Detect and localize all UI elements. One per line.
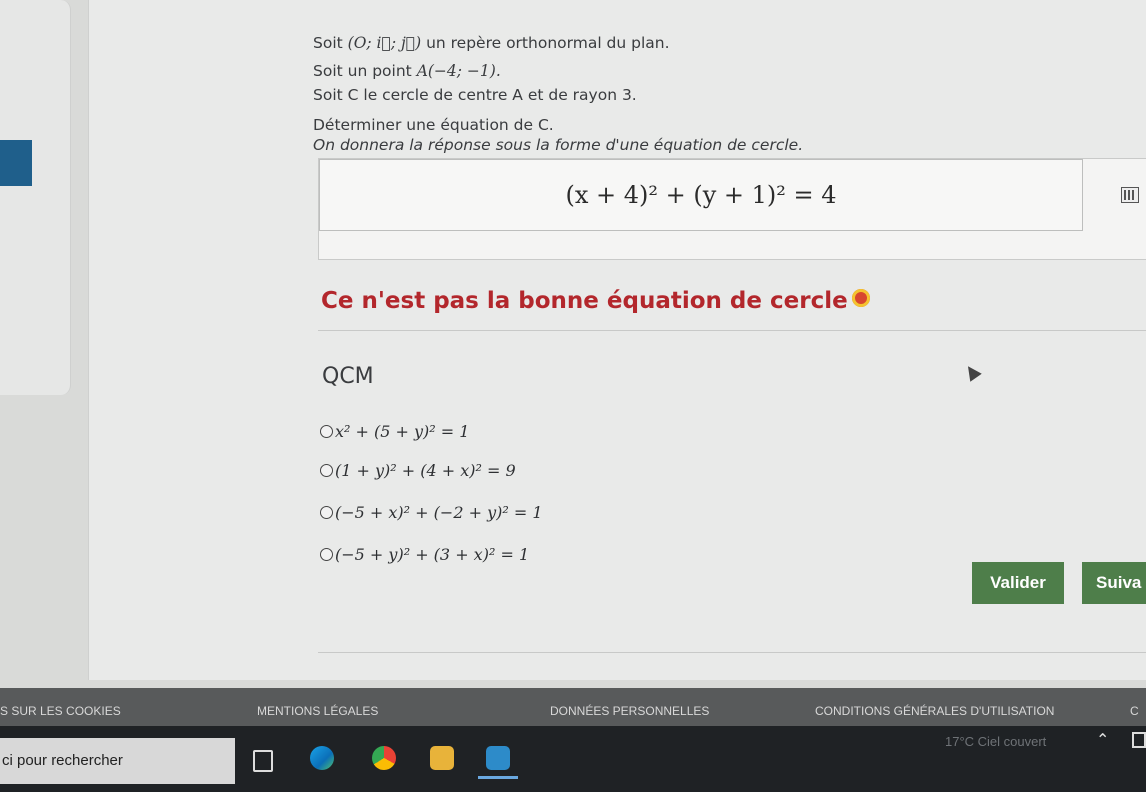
left-accent-block	[0, 140, 32, 186]
chrome-browser-icon[interactable]	[372, 746, 396, 770]
edge-browser-icon[interactable]	[310, 746, 334, 770]
statement-line-4: Déterminer une équation de C.	[313, 116, 554, 134]
left-side-panel	[0, 0, 71, 395]
task-view-icon[interactable]	[253, 750, 273, 772]
file-explorer-icon[interactable]	[430, 746, 454, 770]
radio-icon[interactable]	[320, 506, 333, 519]
footer-link-cookies[interactable]: S SUR LES COOKIES	[0, 704, 121, 718]
footer-link-terms[interactable]: CONDITIONS GÉNÉRALES D'UTILISATION	[815, 704, 1054, 718]
statement-line-5: On donnera la réponse sous la forme d'un…	[313, 136, 804, 154]
tray-app-icon[interactable]	[1132, 732, 1146, 748]
answer-field[interactable]: (x + 4)² + (y + 1)² = 4	[319, 159, 1083, 231]
qcm-option-2[interactable]: (1 + y)² + (4 + x)² = 9	[320, 461, 516, 480]
taskbar-search-input[interactable]: ci pour rechercher	[0, 738, 235, 784]
next-button[interactable]: Suiva	[1082, 562, 1146, 604]
statement-line-3: Soit C le cercle de centre A et de rayon…	[313, 86, 637, 104]
weather-widget[interactable]: 17°C Ciel couvert	[945, 734, 1046, 749]
math-keyboard-icon[interactable]	[1121, 187, 1139, 203]
os-taskbar: ci pour rechercher 17°C Ciel couvert ⌃	[0, 726, 1146, 792]
validate-button[interactable]: Valider	[972, 562, 1064, 604]
answer-row: (x + 4)² + (y + 1)² = 4	[318, 158, 1146, 260]
site-footer: S SUR LES COOKIES MENTIONS LÉGALES DONNÉ…	[0, 688, 1146, 726]
sad-face-icon	[851, 289, 870, 307]
statement-line-1: Soit (O; i⃗; j⃗) un repère orthonormal d…	[313, 34, 670, 52]
radio-icon[interactable]	[320, 548, 333, 561]
footer-link-extra[interactable]: C	[1130, 704, 1139, 718]
statement-line-2: Soit un point A(−4; −1).	[313, 62, 501, 80]
radio-icon[interactable]	[320, 464, 333, 477]
radio-icon[interactable]	[320, 425, 333, 438]
divider	[318, 330, 1146, 331]
qcm-option-3[interactable]: (−5 + x)² + (−2 + y)² = 1	[320, 503, 543, 522]
qcm-option-4[interactable]: (−5 + y)² + (3 + x)² = 1	[320, 545, 529, 564]
calculator-app-icon[interactable]	[486, 746, 510, 770]
footer-link-privacy[interactable]: DONNÉES PERSONNELLES	[550, 704, 709, 718]
qcm-title: QCM	[322, 364, 374, 389]
divider	[318, 652, 1146, 653]
footer-link-legal[interactable]: MENTIONS LÉGALES	[257, 704, 378, 718]
qcm-option-1[interactable]: x² + (5 + y)² = 1	[320, 422, 469, 441]
chevron-up-icon[interactable]: ⌃	[1096, 730, 1109, 749]
active-app-indicator	[478, 776, 518, 779]
error-feedback: Ce n'est pas la bonne équation de cercle	[321, 288, 870, 314]
